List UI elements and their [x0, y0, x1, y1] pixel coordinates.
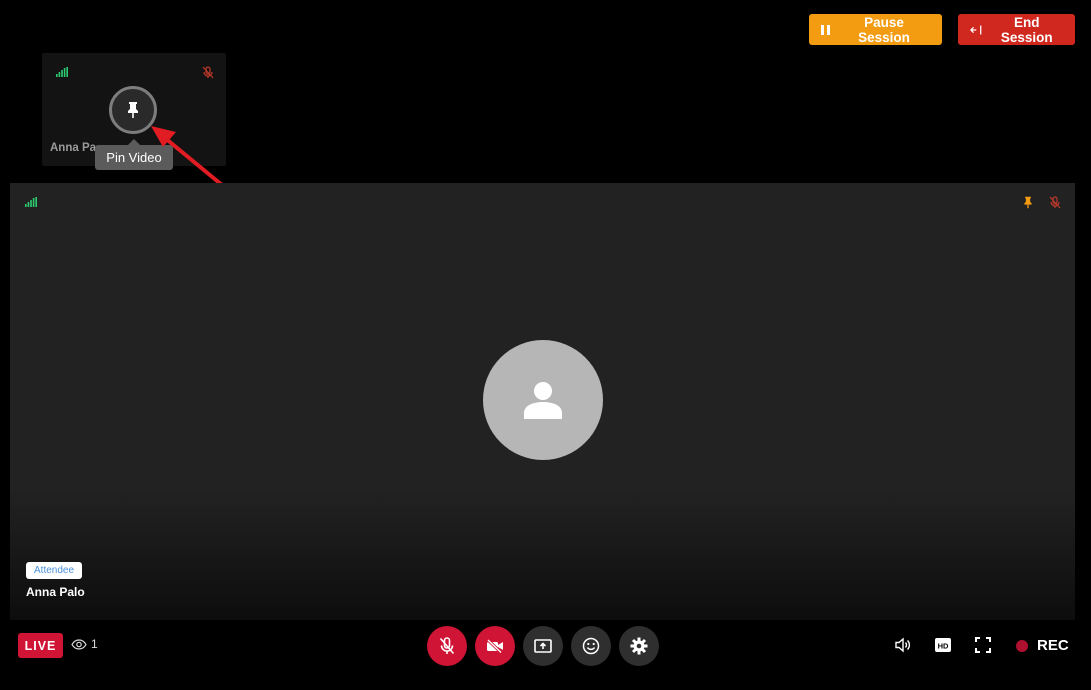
viewer-count: 1 [71, 637, 98, 651]
viewer-count-value: 1 [91, 637, 98, 651]
pin-video-button[interactable] [109, 86, 157, 134]
exit-icon [970, 25, 982, 34]
recording-indicator: REC [1016, 637, 1069, 654]
hd-quality-button[interactable]: HD [934, 636, 952, 654]
volume-button[interactable] [894, 636, 912, 654]
participant-name: Anna Palo [26, 585, 85, 599]
pause-session-label: Pause Session [858, 14, 910, 45]
main-video-tile[interactable]: Attendee Anna Palo [10, 183, 1075, 620]
mic-off-icon [202, 66, 214, 79]
screen-share-icon [534, 638, 552, 653]
signal-icon [56, 67, 68, 77]
settings-button[interactable] [619, 626, 659, 666]
thumbnail-participant-name: Anna Pa [50, 142, 97, 154]
role-badge: Attendee [26, 562, 83, 579]
avatar [483, 340, 603, 460]
hd-icon: HD [935, 638, 951, 652]
avatar-person-icon [524, 382, 562, 419]
fullscreen-button[interactable] [974, 636, 992, 654]
gear-icon [630, 637, 648, 655]
camera-off-icon [486, 639, 503, 653]
mic-off-icon [439, 637, 455, 655]
fullscreen-icon [975, 637, 991, 653]
end-session-button[interactable]: End Session [958, 14, 1075, 45]
mic-toggle-button[interactable] [427, 626, 467, 666]
live-badge: LIVE [18, 633, 63, 658]
end-session-label: End Session [1000, 14, 1053, 45]
record-dot-icon [1016, 639, 1028, 652]
emoji-reaction-button[interactable] [571, 626, 611, 666]
pause-icon [821, 24, 830, 35]
signal-icon [25, 197, 37, 207]
pin-video-tooltip: Pin Video [95, 139, 173, 170]
rec-label: REC [1037, 637, 1069, 654]
svg-text:HD: HD [938, 641, 949, 650]
camera-toggle-button[interactable] [475, 626, 515, 666]
mic-off-icon [1049, 196, 1061, 209]
volume-icon [895, 637, 911, 653]
emoji-icon [582, 637, 600, 655]
pin-icon [128, 102, 138, 118]
eye-icon [71, 638, 87, 650]
screen-share-button[interactable] [523, 626, 563, 666]
pin-icon[interactable] [1023, 196, 1033, 209]
pause-session-button[interactable]: Pause Session [809, 14, 942, 45]
